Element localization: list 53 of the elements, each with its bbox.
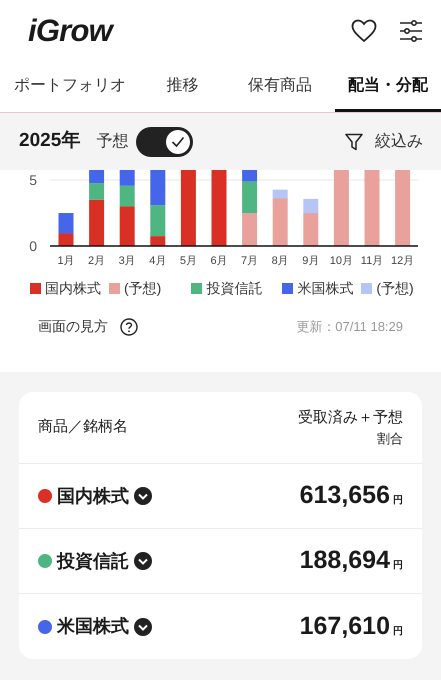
filter-icon xyxy=(345,132,363,150)
axis-tick-label: 9月 xyxy=(302,255,320,267)
axis-tick-label: 10月 xyxy=(330,255,354,267)
chevron-down-icon[interactable] xyxy=(134,487,152,505)
category-name: 投資信託 xyxy=(57,550,129,572)
legend-label: (予想) xyxy=(124,278,162,298)
axis-tick-label: 7月 xyxy=(241,255,258,267)
chevron-down-icon[interactable] xyxy=(134,552,152,570)
chart-bar xyxy=(89,170,104,184)
category-name: 国内株式 xyxy=(57,484,129,508)
axis-tick-label: 5 xyxy=(29,172,37,188)
axis-tick-label: 5月 xyxy=(180,255,197,267)
amount-value: 613,656 xyxy=(300,480,390,512)
column-header: 受取済み＋予想 xyxy=(298,408,403,428)
tab[interactable]: ポートフォリオ xyxy=(0,62,140,112)
currency-unit: 円 xyxy=(393,624,403,639)
axis-tick-label: 11月 xyxy=(360,255,384,267)
help-icon[interactable] xyxy=(120,318,138,336)
axis-tick-label: 3月 xyxy=(118,255,136,267)
year-label: 2025年 xyxy=(19,129,80,154)
settings-icon[interactable] xyxy=(399,20,423,42)
forecast-toggle[interactable] xyxy=(136,126,194,156)
chart-bar xyxy=(242,213,258,246)
filter-button[interactable]: 絞込み xyxy=(345,130,423,154)
axis-tick-label: 8月 xyxy=(272,255,289,267)
forecast-label: 予想 xyxy=(96,132,128,152)
axis-tick-label: 4月 xyxy=(149,255,166,267)
axis-tick-label: 12月 xyxy=(390,255,414,267)
axis-tick-label: 2月 xyxy=(88,255,106,267)
legend-label: 投資信託 xyxy=(206,278,262,298)
heart-icon[interactable] xyxy=(351,19,377,43)
axis-tick-label: 6月 xyxy=(210,255,228,267)
tab[interactable]: 推移 xyxy=(140,62,225,112)
app-logo: iGrow xyxy=(28,8,112,54)
update-time: 更新：07/11 18:29 xyxy=(296,318,403,336)
axis-tick-label: 0 xyxy=(29,238,37,254)
tab[interactable]: 保有商品 xyxy=(225,62,335,112)
legend-label: 米国株式 xyxy=(297,278,354,298)
column-header: 割合 xyxy=(377,430,403,448)
amount-value: 167,610 xyxy=(300,610,390,642)
chart-bar xyxy=(120,170,135,186)
currency-unit: 円 xyxy=(393,559,403,574)
legend-label: 国内株式 xyxy=(45,278,101,298)
help-link[interactable]: 画面の見方 xyxy=(38,316,108,337)
amount-value: 188,694 xyxy=(300,545,390,576)
category-name: 米国株式 xyxy=(57,615,129,638)
chevron-down-icon[interactable] xyxy=(134,618,152,636)
currency-unit: 円 xyxy=(393,494,403,508)
column-header: 商品／銘柄名 xyxy=(38,417,128,438)
checkmark-icon xyxy=(171,136,186,148)
chart-bar xyxy=(150,170,166,206)
legend-label: (予想) xyxy=(376,278,414,298)
axis-tick-label: 1月 xyxy=(57,255,75,267)
